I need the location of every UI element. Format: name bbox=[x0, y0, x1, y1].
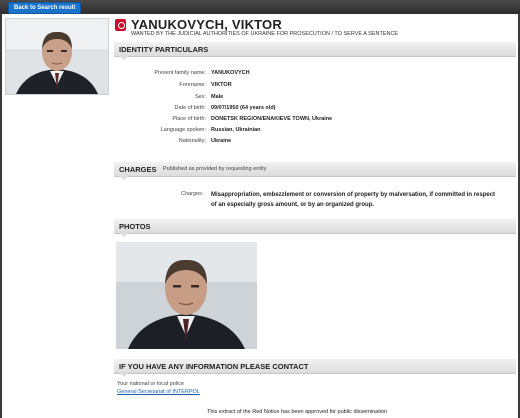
identity-row: Present family name: YANUKOVYCH bbox=[114, 70, 516, 79]
charges-text: Misappropriation, embezzlement or conver… bbox=[211, 192, 496, 208]
identity-row: Sex: Male bbox=[114, 94, 516, 103]
section-notch bbox=[120, 176, 128, 180]
identity-value: YANUKOVYCH bbox=[211, 70, 250, 76]
identity-row: Forename: VIKTOR bbox=[114, 82, 516, 91]
identity-value: 09/07/1950 (64 years old) bbox=[211, 105, 276, 111]
contact-section-header: IF YOU HAVE ANY INFORMATION PLEASE CONTA… bbox=[114, 359, 516, 377]
identity-label: Nationality: bbox=[178, 138, 206, 144]
charges-section-header: CHARGES Published as provided by request… bbox=[114, 162, 516, 180]
back-to-search-button[interactable]: Back to Search result bbox=[8, 2, 82, 14]
identity-value: Russian, Ukrainian bbox=[211, 127, 261, 133]
portrait-thumbnail bbox=[5, 18, 109, 95]
charges-section-title: CHARGES bbox=[119, 165, 157, 174]
identity-row: Place of birth: DONETSK REGION/ENAKIEVE … bbox=[114, 116, 516, 125]
identity-label: Date of birth: bbox=[174, 105, 207, 111]
section-notch bbox=[120, 373, 128, 377]
charges-label: Charges: bbox=[181, 191, 204, 197]
person-name: YANUKOVYCH, VIKTOR bbox=[131, 17, 282, 32]
identity-row: Date of birth: 09/07/1950 (64 years old) bbox=[114, 105, 516, 114]
identity-label: Sex: bbox=[194, 94, 206, 100]
wanted-subtitle: WANTED BY THE JUDICIAL AUTHORITIES OF UK… bbox=[131, 31, 399, 37]
dissemination-note: This extract of the Red Notice has been … bbox=[207, 409, 388, 415]
red-notice-emblem-icon bbox=[115, 19, 126, 31]
top-toolbar: Back to Search result bbox=[0, 0, 520, 14]
identity-row: Language spoken: Russian, Ukrainian bbox=[114, 127, 516, 136]
identity-row: Nationality: Ukraine bbox=[114, 138, 516, 147]
frame-border-left bbox=[0, 14, 2, 418]
identity-label: Place of birth: bbox=[172, 116, 206, 122]
section-notch bbox=[120, 56, 128, 60]
identity-value: VIKTOR bbox=[211, 82, 232, 88]
identity-label: Present family name: bbox=[154, 70, 206, 76]
identity-label: Language spoken: bbox=[160, 127, 206, 133]
identity-value: DONETSK REGION/ENAKIEVE TOWN, Ukraine bbox=[211, 116, 333, 122]
section-notch bbox=[120, 233, 128, 237]
contact-police-text: Your national or local police bbox=[117, 381, 185, 387]
portrait-photo[interactable] bbox=[116, 242, 257, 349]
identity-section-title: IDENTITY PARTICULARS bbox=[119, 45, 209, 54]
identity-value: Male bbox=[211, 94, 224, 100]
identity-section-header: IDENTITY PARTICULARS bbox=[114, 42, 516, 60]
photos-section-title: PHOTOS bbox=[119, 222, 151, 231]
contact-section-title: IF YOU HAVE ANY INFORMATION PLEASE CONTA… bbox=[119, 362, 309, 371]
charges-section-note: Published as provided by requesting enti… bbox=[163, 166, 267, 172]
identity-value: Ukraine bbox=[211, 138, 232, 144]
identity-label: Forename: bbox=[179, 82, 206, 88]
photos-section-header: PHOTOS bbox=[114, 219, 516, 237]
interpol-link[interactable]: General Secretariat of INTERPOL bbox=[117, 389, 200, 395]
